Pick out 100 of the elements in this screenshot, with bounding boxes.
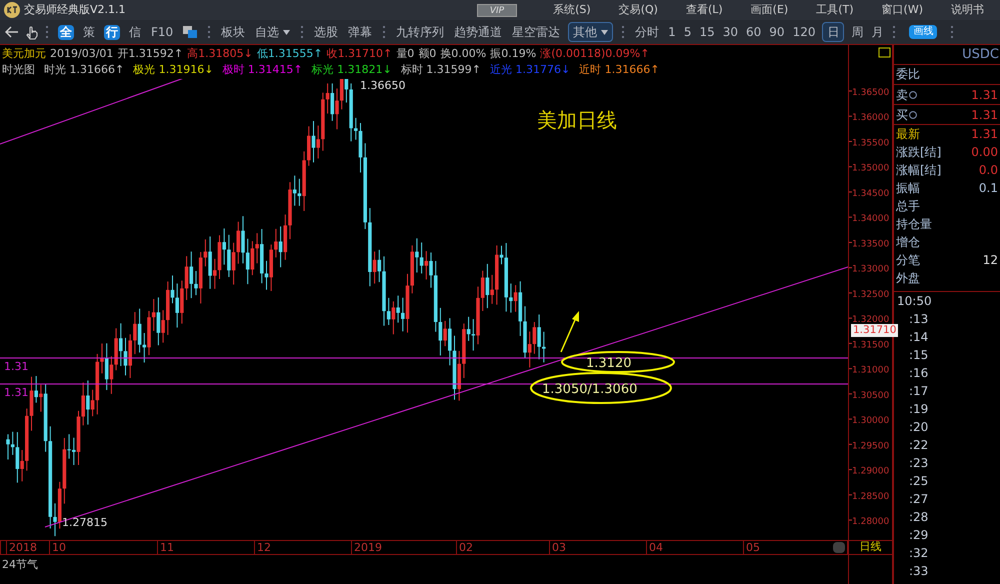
caret-icon [601, 30, 608, 34]
toolbar-button[interactable]: 九转序列 [396, 23, 444, 41]
bid-ratio-label: 委比 [896, 67, 920, 81]
tick-time: 10:50 [897, 294, 932, 308]
menu-item[interactable]: 窗口(W) [882, 2, 923, 18]
peak-price-label: 1.36650 [360, 79, 406, 92]
tick-time: :20 [909, 420, 928, 434]
tick-time: :27 [909, 492, 928, 506]
menu-item[interactable]: 说明书 [951, 2, 984, 18]
price-tick-label: 1.30000 [852, 416, 890, 426]
price-tick-label: 1.31000 [852, 366, 890, 376]
price-tick-label: 1.34000 [852, 214, 890, 224]
tick-time: :19 [909, 402, 928, 416]
period-tab[interactable]: 5 [684, 23, 692, 41]
stat-value: 0.1 [978, 180, 998, 197]
info-icon [909, 90, 917, 98]
indicator-field: 标光 1.31821↓ [312, 62, 392, 78]
toolbar-badge-button[interactable]: 全 [58, 24, 74, 40]
price-tick-label: 1.34500 [852, 188, 890, 199]
stat-label: 振幅 [896, 180, 920, 197]
toolbar-button[interactable]: 分时 [635, 23, 660, 41]
order-price: 1.31 [971, 86, 998, 104]
period-tab[interactable]: 120 [792, 23, 816, 41]
toolbar-button[interactable]: 星空雷达 [512, 23, 560, 41]
toolbar-button[interactable]: F10 [151, 23, 174, 41]
period-tab[interactable]: 60 [746, 23, 762, 41]
tick-time: :16 [909, 366, 928, 380]
tick-time: :14 [909, 330, 928, 344]
scroll-handle[interactable] [833, 542, 845, 553]
stat-label: 涨幅[结] [896, 162, 942, 179]
hand-icon[interactable] [24, 24, 40, 40]
price-tick-label: 1.29000 [852, 466, 890, 477]
period-tab[interactable]: 周 [851, 23, 864, 41]
period-tab[interactable]: 月 [871, 23, 884, 41]
time-axis-label: 12 [254, 541, 271, 554]
tick-time: :29 [909, 528, 928, 542]
tick-time: :33 [909, 564, 928, 578]
toolbar-menu-button[interactable]: 自选 [255, 23, 290, 41]
tick-time: :25 [909, 474, 928, 488]
price-tick-label: 1.32500 [852, 290, 890, 300]
time-axis-label: 2019 [351, 541, 382, 554]
stat-label: 持仓量 [896, 216, 932, 233]
toolbar-separator-icon [622, 26, 624, 38]
stat-label: 最新 [896, 126, 920, 143]
period-tab[interactable]: 1 [668, 23, 676, 41]
low-price-label: 1.27815 [62, 516, 108, 529]
price-tick-label: 1.35000 [852, 164, 890, 174]
stat-label: 涨跌[结] [896, 144, 942, 161]
info-icon [909, 110, 917, 118]
windows-icon[interactable] [182, 25, 198, 39]
stat-label: 总手 [896, 198, 920, 215]
toolbar-dropdown[interactable]: 其他 [568, 22, 614, 42]
order-price: 1.31 [971, 106, 998, 124]
menu-item[interactable]: 系统(S) [553, 2, 591, 18]
menu-item[interactable]: 交易(Q) [618, 2, 658, 18]
toolbar-badge-button[interactable]: 行 [104, 24, 120, 40]
time-axis-label: 03 [549, 541, 566, 554]
toolbar-button[interactable]: 板块 [221, 23, 246, 41]
toolbar-button[interactable]: 策 [83, 23, 95, 41]
target-label: 1.3050/1.3060 [542, 382, 638, 397]
back-icon[interactable] [4, 25, 20, 39]
time-axis-label: 02 [456, 541, 473, 554]
up-arrow [560, 311, 579, 352]
tick-time: :17 [909, 384, 928, 398]
toolbar-button[interactable]: 趋势通道 [454, 23, 502, 41]
price-tick-label: 1.31500 [852, 340, 890, 350]
stat-label: 增仓 [896, 234, 920, 251]
period-tab[interactable]: 日 [822, 22, 844, 42]
toolbar-button[interactable]: 信 [129, 23, 141, 41]
menu-item[interactable]: 画面(E) [750, 2, 788, 18]
menu-item[interactable]: 查看(L) [686, 2, 723, 18]
period-tab[interactable]: 90 [769, 23, 785, 41]
stat-label: 外盘 [896, 270, 920, 287]
toolbar-separator-icon [893, 26, 896, 38]
period-label: 日线 [860, 539, 882, 556]
tick-time: :32 [909, 546, 928, 560]
scale-toggle-icon[interactable] [878, 48, 890, 58]
time-axis-label: 11 [157, 541, 174, 554]
price-tick-label: 1.29500 [852, 441, 890, 452]
symbol-label: USDC [962, 46, 999, 64]
stat-value: 12 [982, 252, 998, 269]
stat-value: 1.31 [971, 126, 998, 143]
time-axis-label: 05 [743, 541, 760, 554]
toolbar-button[interactable]: 弹幕 [348, 23, 372, 41]
toolbar-separator-icon [46, 26, 48, 38]
stat-value: 0.00 [971, 144, 998, 161]
price-tick-label: 1.35500 [852, 138, 890, 148]
period-tab[interactable]: 15 [699, 23, 715, 41]
price-tick-label: 1.32000 [852, 315, 890, 326]
toolbar-separator-icon [301, 26, 304, 38]
menu-item[interactable]: 工具(T) [816, 2, 854, 18]
price-tick-label: 1.36000 [852, 113, 890, 124]
period-tab[interactable]: 30 [722, 23, 738, 41]
order-label: 卖 [896, 86, 908, 104]
toolbar-button[interactable]: 选股 [314, 23, 338, 41]
caret-icon [283, 30, 290, 34]
tick-time: :15 [909, 348, 928, 362]
price-tick-label: 1.28000 [852, 517, 890, 528]
tick-time: :28 [909, 510, 928, 524]
chart-title: 美加日线 [537, 108, 617, 132]
